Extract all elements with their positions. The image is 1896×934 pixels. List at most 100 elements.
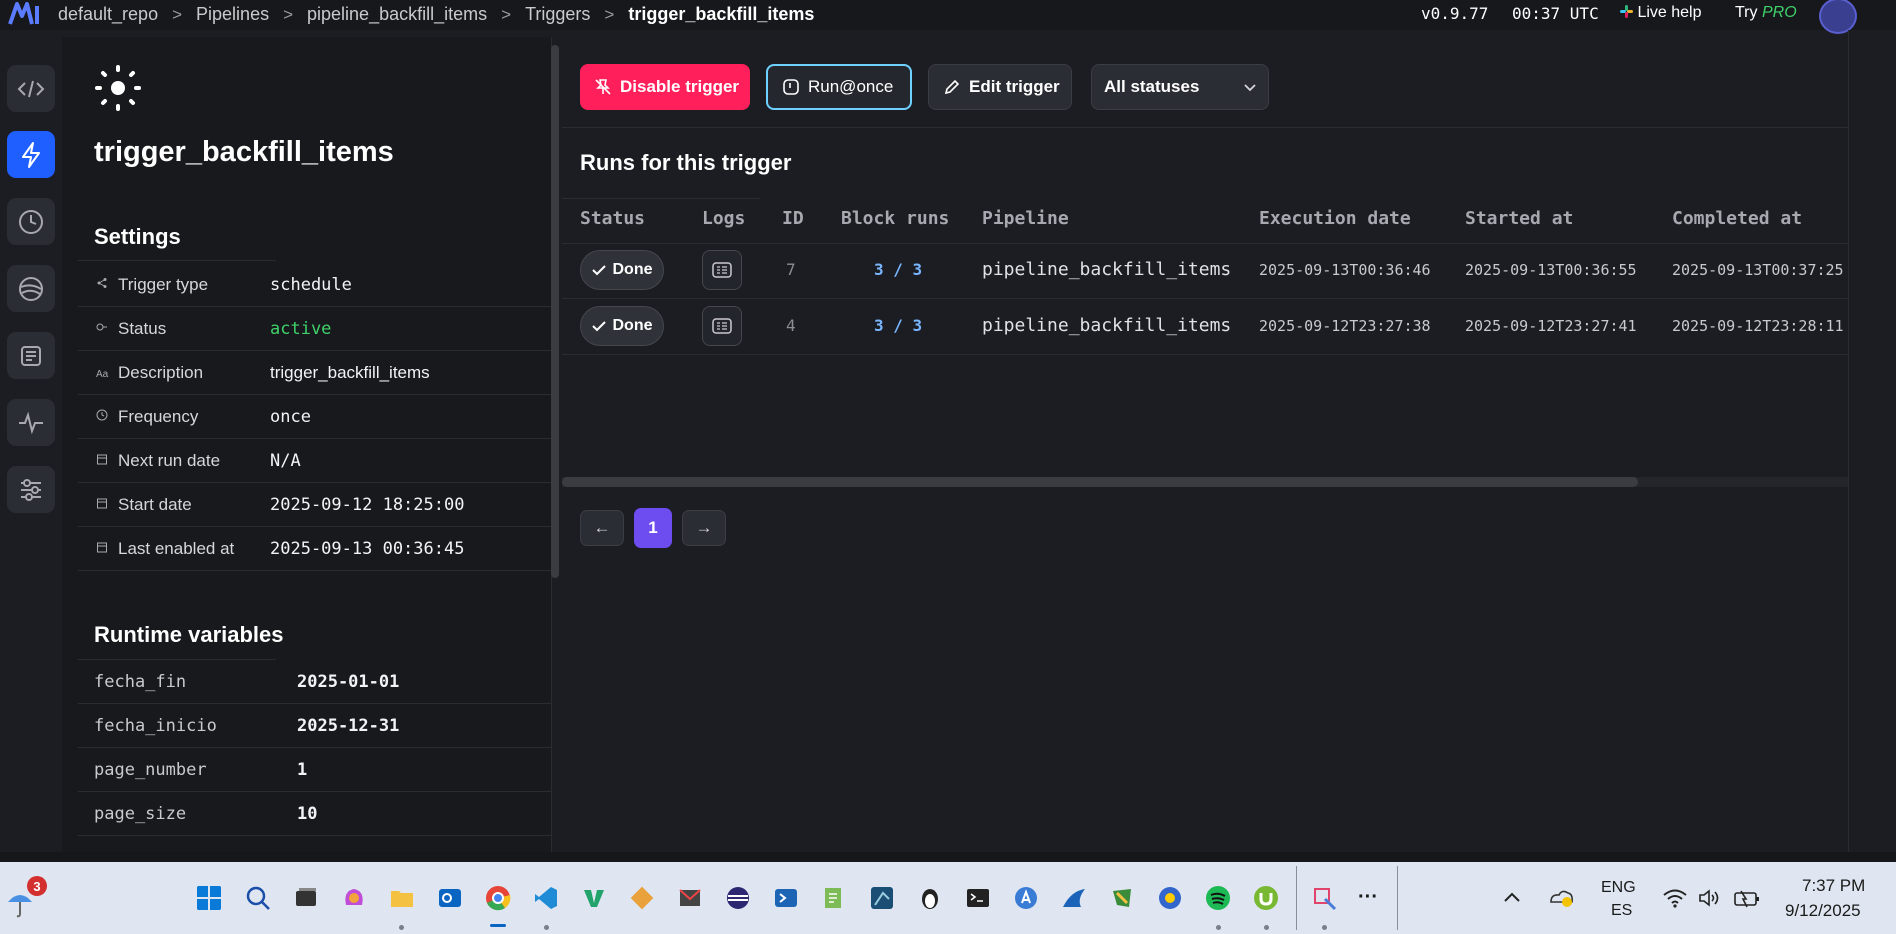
notepad-icon[interactable] <box>821 885 847 911</box>
running-indicator <box>1216 925 1221 930</box>
lightning-icon <box>22 141 40 168</box>
pipeline-name[interactable]: pipeline_backfill_items <box>982 259 1231 280</box>
run-id: 7 <box>786 260 796 279</box>
active-app-indicator <box>490 924 506 927</box>
run-id: 4 <box>786 316 796 335</box>
check-icon <box>591 321 606 332</box>
snipping-tool-icon[interactable] <box>1311 885 1337 911</box>
status-done-badge[interactable]: Done <box>580 306 664 346</box>
status-filter-value: All statuses <box>1104 77 1200 96</box>
clock-icon <box>19 209 43 234</box>
windows-start-icon[interactable] <box>196 885 222 911</box>
running-indicator <box>1264 925 1269 930</box>
setting-row: Aa Description trigger_backfill_items <box>78 351 552 395</box>
anaconda-icon[interactable] <box>1013 885 1039 911</box>
breadcrumb-pipeline[interactable]: pipeline_backfill_items <box>307 4 487 25</box>
text-icon: Aa <box>96 368 109 380</box>
status-filter-select[interactable]: All statuses <box>1091 64 1269 110</box>
runs-heading: Runs for this trigger <box>580 150 792 175</box>
table-scrollbar[interactable] <box>562 477 1638 487</box>
nav-triggers-button[interactable] <box>7 131 55 178</box>
taskbar-separator <box>1397 866 1398 930</box>
block-runs-link[interactable]: 3 / 3 <box>874 260 922 279</box>
utorrent-icon[interactable] <box>1253 885 1279 911</box>
spotify-icon[interactable] <box>1205 885 1231 911</box>
onedrive-warning-icon[interactable] <box>1548 886 1574 908</box>
setting-value: schedule <box>270 274 352 295</box>
taskbar-separator <box>1296 866 1297 930</box>
runtime-variable-row: page_size 10 <box>78 792 552 836</box>
chevron-up-icon[interactable] <box>1503 891 1521 903</box>
eclipse-icon[interactable] <box>725 885 751 911</box>
setting-row: Last enabled at 2025-09-13 00:36:45 <box>78 527 552 571</box>
copilot-icon[interactable] <box>341 885 367 911</box>
breadcrumb-triggers[interactable]: Triggers <box>525 4 590 25</box>
task-view-icon[interactable] <box>293 885 319 911</box>
mail-app-icon[interactable] <box>677 885 703 911</box>
next-page-button[interactable]: → <box>682 510 726 546</box>
execution-date: 2025-09-12T23:27:38 <box>1259 317 1431 335</box>
setting-row: Status active <box>78 307 552 351</box>
tux-icon[interactable] <box>917 885 943 911</box>
top-bar: default_repo > Pipelines > pipeline_back… <box>0 0 1896 34</box>
pipeline-name[interactable]: pipeline_backfill_items <box>982 315 1231 336</box>
edit-trigger-button[interactable]: Edit trigger <box>928 64 1072 110</box>
panel-scrollbar[interactable] <box>551 45 559 578</box>
nav-logs-button[interactable] <box>7 332 55 379</box>
view-logs-button[interactable] <box>702 250 742 290</box>
wifi-icon[interactable] <box>1662 888 1688 908</box>
runtime-variable-row: fecha_inicio 2025-12-31 <box>78 704 552 748</box>
nav-runs-button[interactable] <box>7 198 55 245</box>
setting-label: Trigger type <box>118 274 209 294</box>
status-done-badge[interactable]: Done <box>580 250 664 290</box>
avatar[interactable] <box>1819 0 1857 34</box>
started-at: 2025-09-13T00:36:55 <box>1465 261 1637 279</box>
browser-icon[interactable] <box>1157 885 1183 911</box>
status-icon <box>96 321 118 336</box>
variable-name: page_size <box>94 803 187 824</box>
chrome-icon[interactable] <box>485 885 511 911</box>
search-icon[interactable] <box>245 885 271 911</box>
disable-trigger-button[interactable]: Disable trigger <box>580 64 750 110</box>
powershell-icon[interactable] <box>773 885 799 911</box>
mage-logo-icon[interactable] <box>8 2 42 26</box>
clock-date[interactable]: 9/12/2025 <box>1785 901 1861 921</box>
mysql-workbench-icon[interactable] <box>869 885 895 911</box>
visual-studio-icon[interactable] <box>581 885 607 911</box>
terminal-icon[interactable] <box>965 885 991 911</box>
git-icon[interactable] <box>629 885 655 911</box>
outlook-icon[interactable] <box>437 885 463 911</box>
nav-code-button[interactable] <box>7 65 55 112</box>
clock-time[interactable]: 7:37 PM <box>1802 876 1865 896</box>
setting-label: Start date <box>118 494 192 514</box>
chevron-down-icon <box>1244 84 1256 92</box>
run-once-button[interactable]: Run@once <box>766 64 912 110</box>
column-execution-date: Execution date <box>1259 208 1411 229</box>
file-explorer-icon[interactable] <box>389 885 415 911</box>
nav-settings-button[interactable] <box>7 466 55 513</box>
vscode-icon[interactable] <box>533 885 559 911</box>
language-top[interactable]: ENG <box>1601 879 1636 897</box>
language-bottom[interactable]: ES <box>1611 902 1632 920</box>
battery-icon[interactable] <box>1733 888 1761 908</box>
prev-page-button[interactable]: ← <box>580 510 624 546</box>
more-apps-button[interactable]: ··· <box>1358 886 1378 909</box>
block-runs-link[interactable]: 3 / 3 <box>874 316 922 335</box>
view-logs-button[interactable] <box>702 306 742 346</box>
nav-monitor-button[interactable] <box>7 399 55 446</box>
setting-label: Frequency <box>118 406 199 426</box>
setting-row: Trigger type schedule <box>78 263 552 307</box>
breadcrumb-pipelines[interactable]: Pipelines <box>196 4 269 25</box>
breadcrumb-repo[interactable]: default_repo <box>58 4 158 25</box>
variable-name: fecha_fin <box>94 671 187 692</box>
page-1-button[interactable]: 1 <box>634 508 672 548</box>
volume-icon[interactable] <box>1698 888 1722 908</box>
live-help-link[interactable]: Live help <box>1620 4 1702 22</box>
nav-backfills-button[interactable] <box>7 265 55 312</box>
app-icon[interactable] <box>1109 885 1135 911</box>
code-icon <box>17 80 45 97</box>
setting-label: Status <box>118 318 167 338</box>
setting-value: N/A <box>270 450 301 471</box>
wireshark-icon[interactable] <box>1061 885 1087 911</box>
try-pro-link[interactable]: Try PRO <box>1735 4 1797 22</box>
